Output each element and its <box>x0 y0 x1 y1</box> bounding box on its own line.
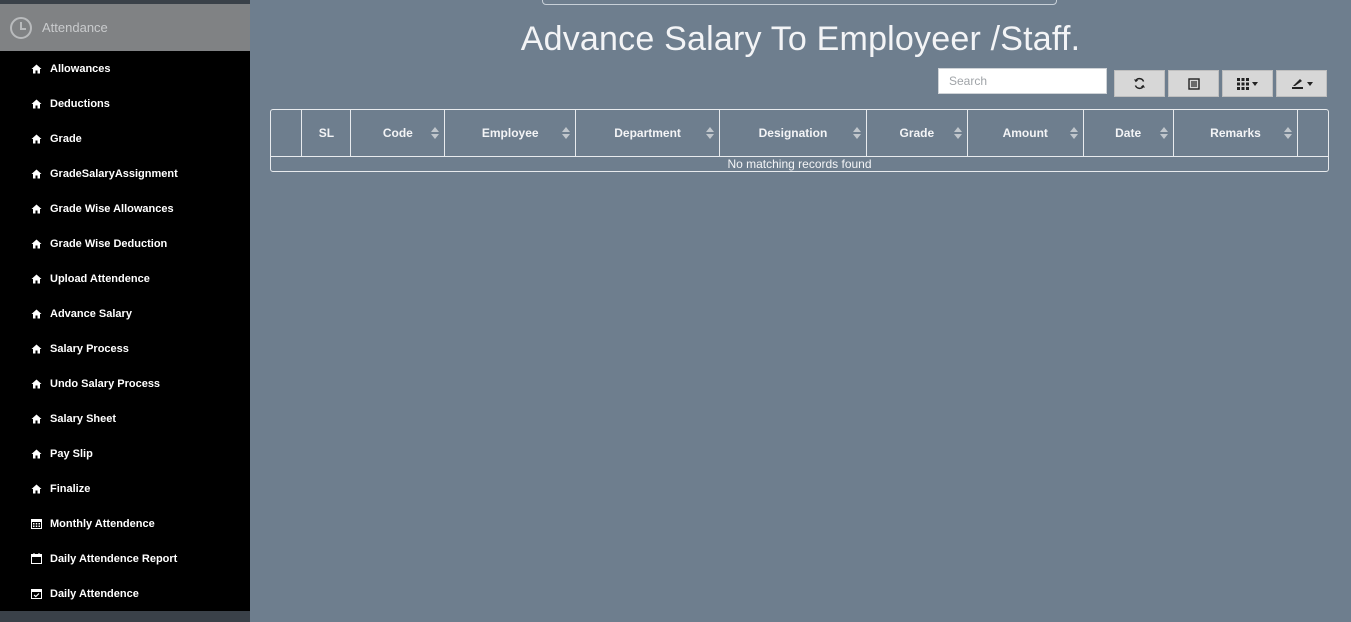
sidebar-menu: Allowances Deductions Grade GradeSalaryAssi… <box>0 51 250 611</box>
column-header-sl[interactable]: SL <box>301 110 352 157</box>
toggle-view-icon <box>1187 77 1200 90</box>
sort-icon[interactable] <box>706 127 715 140</box>
column-header-employee[interactable]: Employee <box>444 110 577 157</box>
top-panel-edge <box>542 0 1057 5</box>
home-icon <box>30 133 42 145</box>
table-row: No matching records found <box>271 156 1328 171</box>
sidebar-item-label: Grade <box>50 132 82 145</box>
refresh-icon <box>1133 77 1146 90</box>
sidebar: Attendance Allowances Deductions Grade Grad… <box>0 0 250 622</box>
sidebar-item-label: Allowances <box>50 62 111 75</box>
column-header-department[interactable]: Department <box>575 110 721 157</box>
sidebar-item-label: Salary Sheet <box>50 412 117 425</box>
sidebar-header-attendance[interactable]: Attendance <box>0 4 250 51</box>
column-header-label: Remarks <box>1210 125 1261 140</box>
sidebar-item-grade-wise-deduction[interactable]: Grade Wise Deduction <box>0 226 250 261</box>
sidebar-item-pay-slip[interactable]: Pay Slip <box>0 436 250 471</box>
sort-icon[interactable] <box>1159 127 1168 140</box>
sidebar-item-daily-attendence[interactable]: Daily Attendence <box>0 576 250 611</box>
home-icon <box>30 273 42 285</box>
empty-message: No matching records found <box>727 156 872 171</box>
sidebar-item-grade[interactable]: Grade <box>0 121 250 156</box>
toggle-view-button[interactable] <box>1168 70 1219 97</box>
sidebar-item-label: Advance Salary <box>50 307 132 320</box>
page-title: Advance Salary To Employeer /Staff. <box>520 20 1081 58</box>
sidebar-item-salary-sheet[interactable]: Salary Sheet <box>0 401 250 436</box>
sidebar-item-gradesalaryassignment[interactable]: GradeSalaryAssignment <box>0 156 250 191</box>
column-header-label: Department <box>614 125 681 140</box>
export-dropdown-button[interactable] <box>1276 70 1327 97</box>
home-icon <box>30 203 42 215</box>
sort-icon[interactable] <box>562 127 571 140</box>
columns-dropdown-button[interactable] <box>1222 70 1273 97</box>
sort-icon[interactable] <box>1069 127 1078 140</box>
sort-icon[interactable] <box>1284 127 1293 140</box>
home-icon <box>30 448 42 460</box>
sort-icon[interactable] <box>852 127 861 140</box>
home-icon <box>30 308 42 320</box>
sidebar-item-deductions[interactable]: Deductions <box>0 86 250 121</box>
home-icon <box>30 98 42 110</box>
sidebar-item-allowances[interactable]: Allowances <box>0 51 250 86</box>
column-header-grade[interactable]: Grade <box>866 110 968 157</box>
sort-icon[interactable] <box>953 127 962 140</box>
sidebar-item-salary-process[interactable]: Salary Process <box>0 331 250 366</box>
sidebar-item-label: Salary Process <box>50 342 129 355</box>
search-input[interactable] <box>938 68 1107 94</box>
sidebar-item-label: Undo Salary Process <box>50 377 161 390</box>
advance-salary-table: SL Code Employee Department Designation Grade… <box>270 109 1329 172</box>
home-icon <box>30 413 42 425</box>
calendar-icon <box>30 553 42 565</box>
sidebar-item-label: Monthly Attendence <box>50 517 155 530</box>
sort-icon[interactable] <box>431 127 440 140</box>
column-header-label: Date <box>1115 125 1142 140</box>
column-header-designation[interactable]: Designation <box>719 110 867 157</box>
column-header-label: Employee <box>481 125 539 140</box>
sidebar-item-grade-wise-allowances[interactable]: Grade Wise Allowances <box>0 191 250 226</box>
sidebar-item-label: Grade Wise Allowances <box>50 202 174 215</box>
sidebar-bottom-bar <box>0 611 250 622</box>
sidebar-item-undo-salary-process[interactable]: Undo Salary Process <box>0 366 250 401</box>
column-header-date[interactable]: Date <box>1083 110 1174 157</box>
sidebar-item-label: Upload Attendence <box>50 272 150 285</box>
chevron-down-icon <box>1252 81 1258 86</box>
column-header-label: Designation <box>758 125 828 140</box>
home-icon <box>30 343 42 355</box>
columns-icon <box>1237 77 1249 90</box>
home-icon <box>30 483 42 495</box>
sidebar-item-label: Pay Slip <box>50 447 93 460</box>
column-header-remarks[interactable]: Remarks <box>1173 110 1299 157</box>
sidebar-header-label: Attendance <box>42 20 108 35</box>
column-header-code[interactable]: Code <box>350 110 446 157</box>
home-icon <box>30 238 42 250</box>
sidebar-item-daily-attendence-report[interactable]: Daily Attendence Report <box>0 541 250 576</box>
sidebar-item-label: Daily Attendence Report <box>50 552 178 565</box>
sidebar-item-monthly-attendence[interactable]: Monthly Attendence <box>0 506 250 541</box>
home-icon <box>30 168 42 180</box>
sidebar-item-label: Finalize <box>50 482 91 495</box>
clock-icon <box>10 16 32 39</box>
sidebar-item-upload-attendence[interactable]: Upload Attendence <box>0 261 250 296</box>
chevron-down-icon <box>1306 81 1313 86</box>
column-header-label: Grade <box>899 125 935 140</box>
column-header-label: SL <box>318 125 335 140</box>
sidebar-item-finalize[interactable]: Finalize <box>0 471 250 506</box>
sidebar-item-label: Deductions <box>50 97 110 110</box>
sidebar-item-label: Daily Attendence <box>50 587 139 600</box>
column-header-label: Code <box>382 125 413 140</box>
home-icon <box>30 63 42 75</box>
home-icon <box>30 378 42 390</box>
sidebar-item-advance-salary[interactable]: Advance Salary <box>0 296 250 331</box>
refresh-button[interactable] <box>1114 70 1165 97</box>
column-header-actions <box>1297 110 1328 157</box>
calendar-check-icon <box>30 588 42 600</box>
table-header-row: SL Code Employee Department Designation Grade… <box>271 110 1328 157</box>
column-header-amount[interactable]: Amount <box>967 110 1084 157</box>
column-header-label: Amount <box>1002 125 1048 140</box>
column-header-checkbox <box>271 110 303 157</box>
sidebar-item-label: GradeSalaryAssignment <box>50 167 178 180</box>
calendar-grid-icon <box>30 518 42 530</box>
sidebar-item-label: Grade Wise Deduction <box>50 237 168 250</box>
export-icon <box>1291 78 1303 89</box>
